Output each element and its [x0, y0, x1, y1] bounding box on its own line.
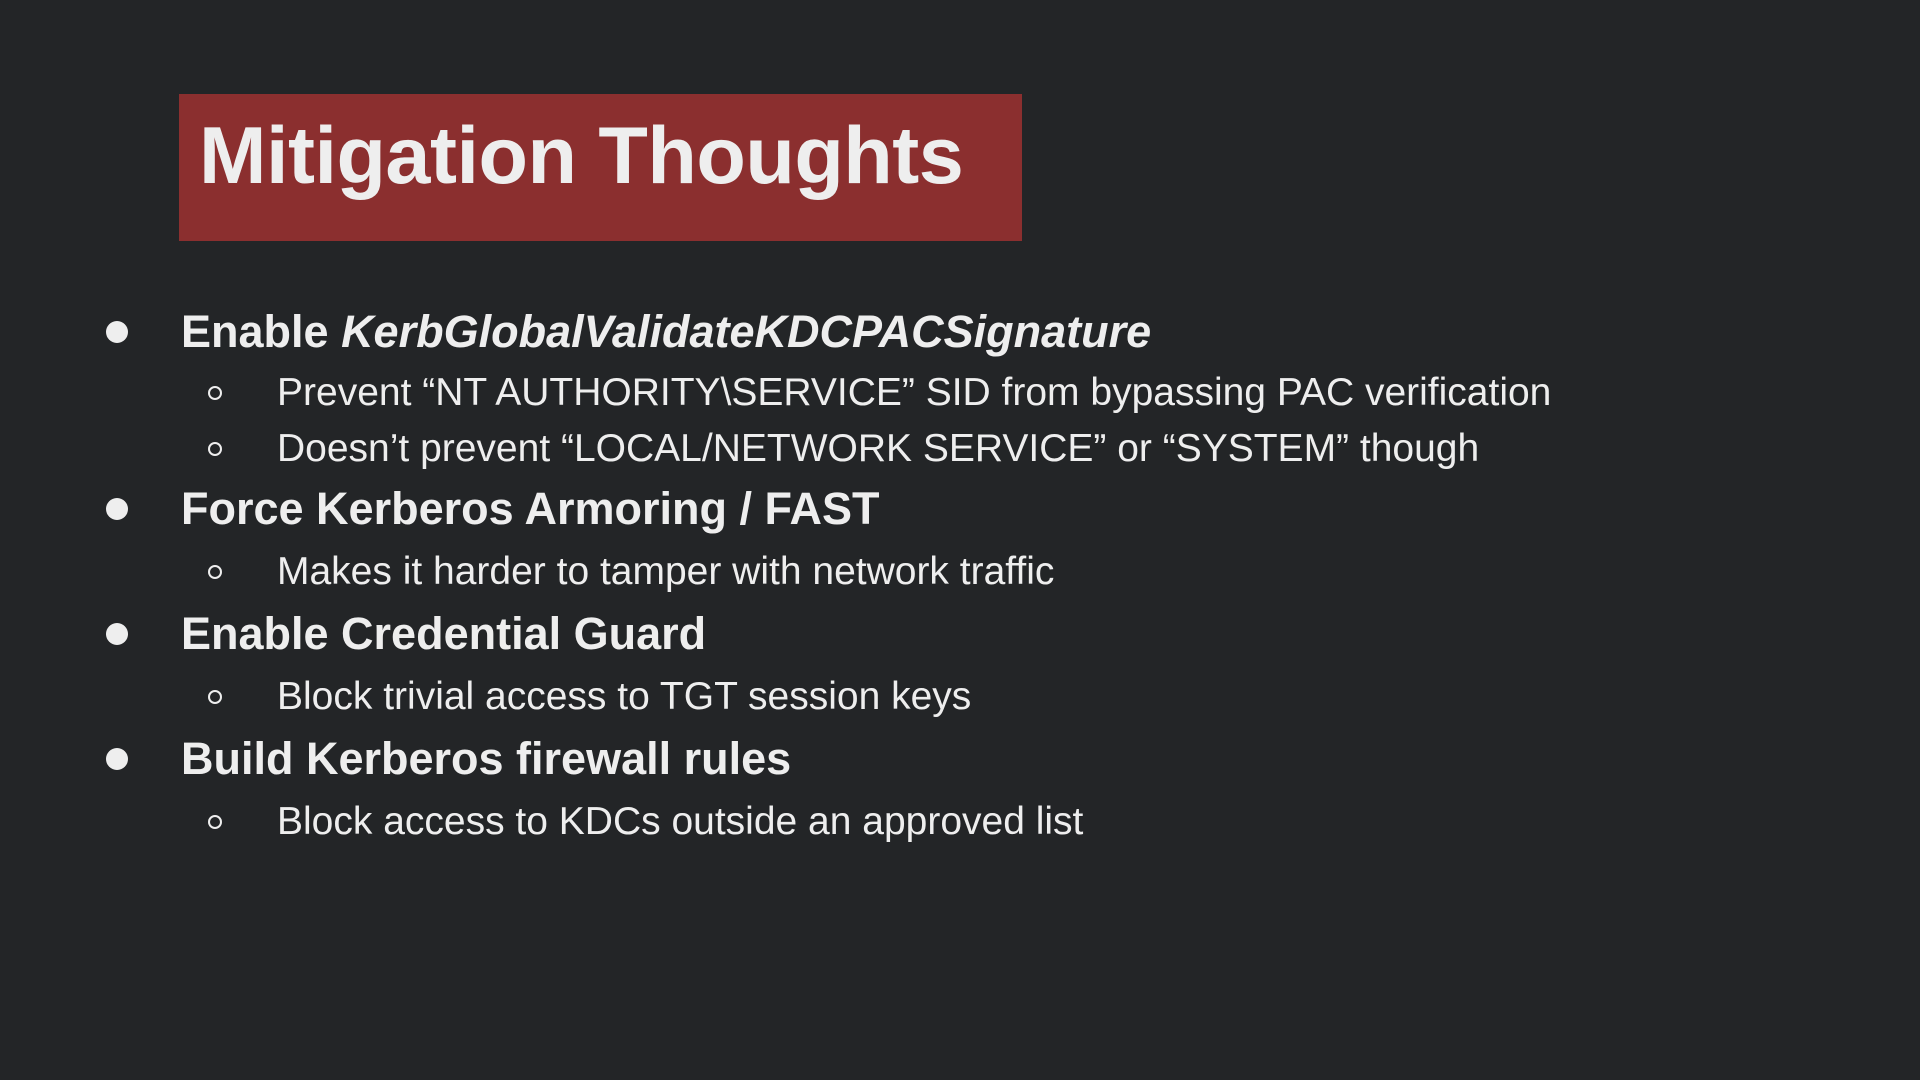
sub-bullet-label: Makes it harder to tamper with network t…: [277, 550, 1055, 593]
bullet-label-italic: KerbGlobalValidateKDCPACSignature: [341, 306, 1152, 357]
hollow-bullet-icon: [208, 690, 222, 704]
sub-bullet-label: Block trivial access to TGT session keys: [277, 675, 972, 718]
bullet-label: Force Kerberos Armoring / FAST: [181, 483, 880, 534]
sub-bullet-label: Block access to KDCs outside an approved…: [277, 800, 1084, 843]
hollow-bullet-icon: [208, 565, 222, 579]
bullet-list: Enable KerbGlobalValidateKDCPACSignature…: [0, 0, 1920, 1080]
sub-bullet-label: Doesn’t prevent “LOCAL/NETWORK SERVICE” …: [277, 427, 1480, 470]
filled-bullet-icon: [106, 498, 128, 520]
bullet-label: Enable Credential Guard: [181, 608, 707, 659]
filled-bullet-icon: [106, 748, 128, 770]
hollow-bullet-icon: [208, 386, 222, 400]
filled-bullet-icon: [106, 623, 128, 645]
slide: Mitigation Thoughts Enable KerbGlobalVal…: [0, 0, 1920, 1080]
bullet-label: Build Kerberos firewall rules: [181, 733, 792, 784]
hollow-bullet-icon: [208, 815, 222, 829]
sub-bullet-label: Prevent “NT AUTHORITY\SERVICE” SID from …: [277, 371, 1552, 414]
filled-bullet-icon: [106, 321, 128, 343]
bullet-label: Enable KerbGlobalValidateKDCPACSignature: [181, 305, 1151, 359]
hollow-bullet-icon: [208, 442, 222, 456]
bullet-label-prefix: Enable: [181, 306, 342, 357]
